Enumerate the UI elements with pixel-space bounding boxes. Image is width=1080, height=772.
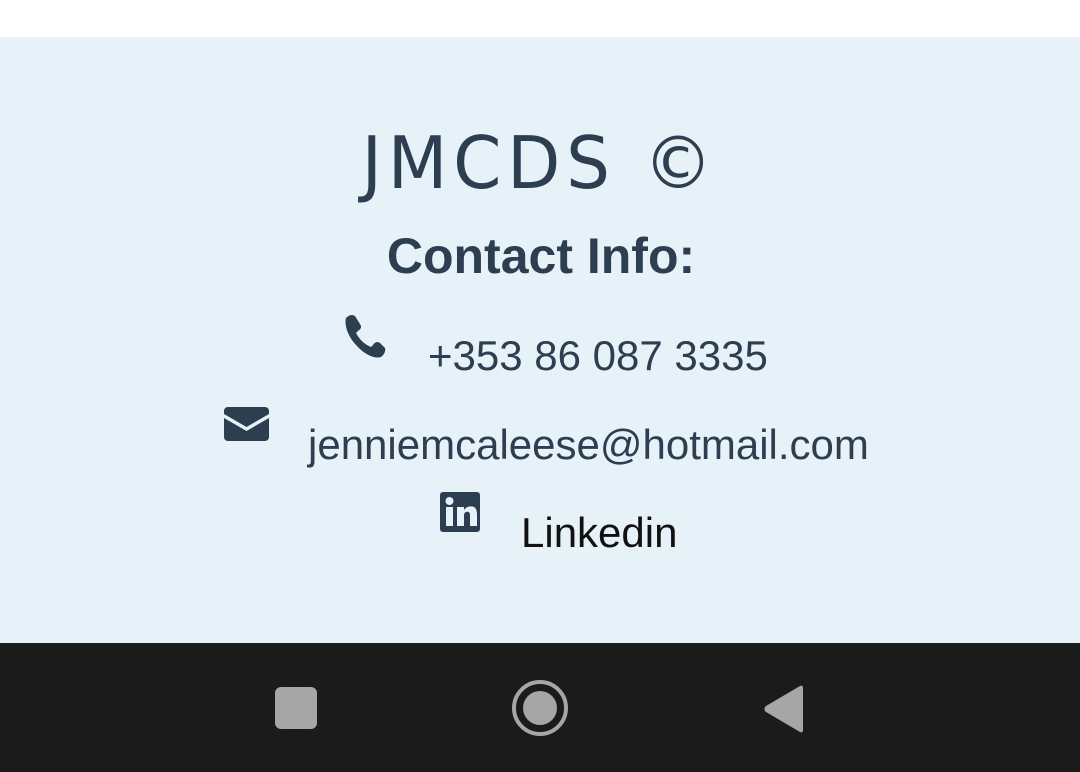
home-circle-icon[interactable] bbox=[510, 678, 570, 738]
back-triangle-icon[interactable] bbox=[762, 684, 804, 734]
system-navigation-bar bbox=[0, 643, 1080, 772]
linkedin-link[interactable]: Linkedin bbox=[521, 508, 677, 558]
brand-copyright: JMCDS © bbox=[361, 121, 719, 205]
phone-icon bbox=[345, 314, 386, 358]
linkedin-icon bbox=[440, 492, 480, 532]
envelope-icon bbox=[224, 407, 269, 441]
page-top-area bbox=[0, 0, 1080, 37]
recent-apps-square-icon[interactable] bbox=[274, 686, 318, 730]
contact-info-heading: Contact Info: bbox=[386, 228, 696, 284]
phone-number-link[interactable]: +353 86 087 3335 bbox=[428, 331, 768, 381]
email-link[interactable]: jenniemcaleese@hotmail.com bbox=[308, 420, 869, 470]
